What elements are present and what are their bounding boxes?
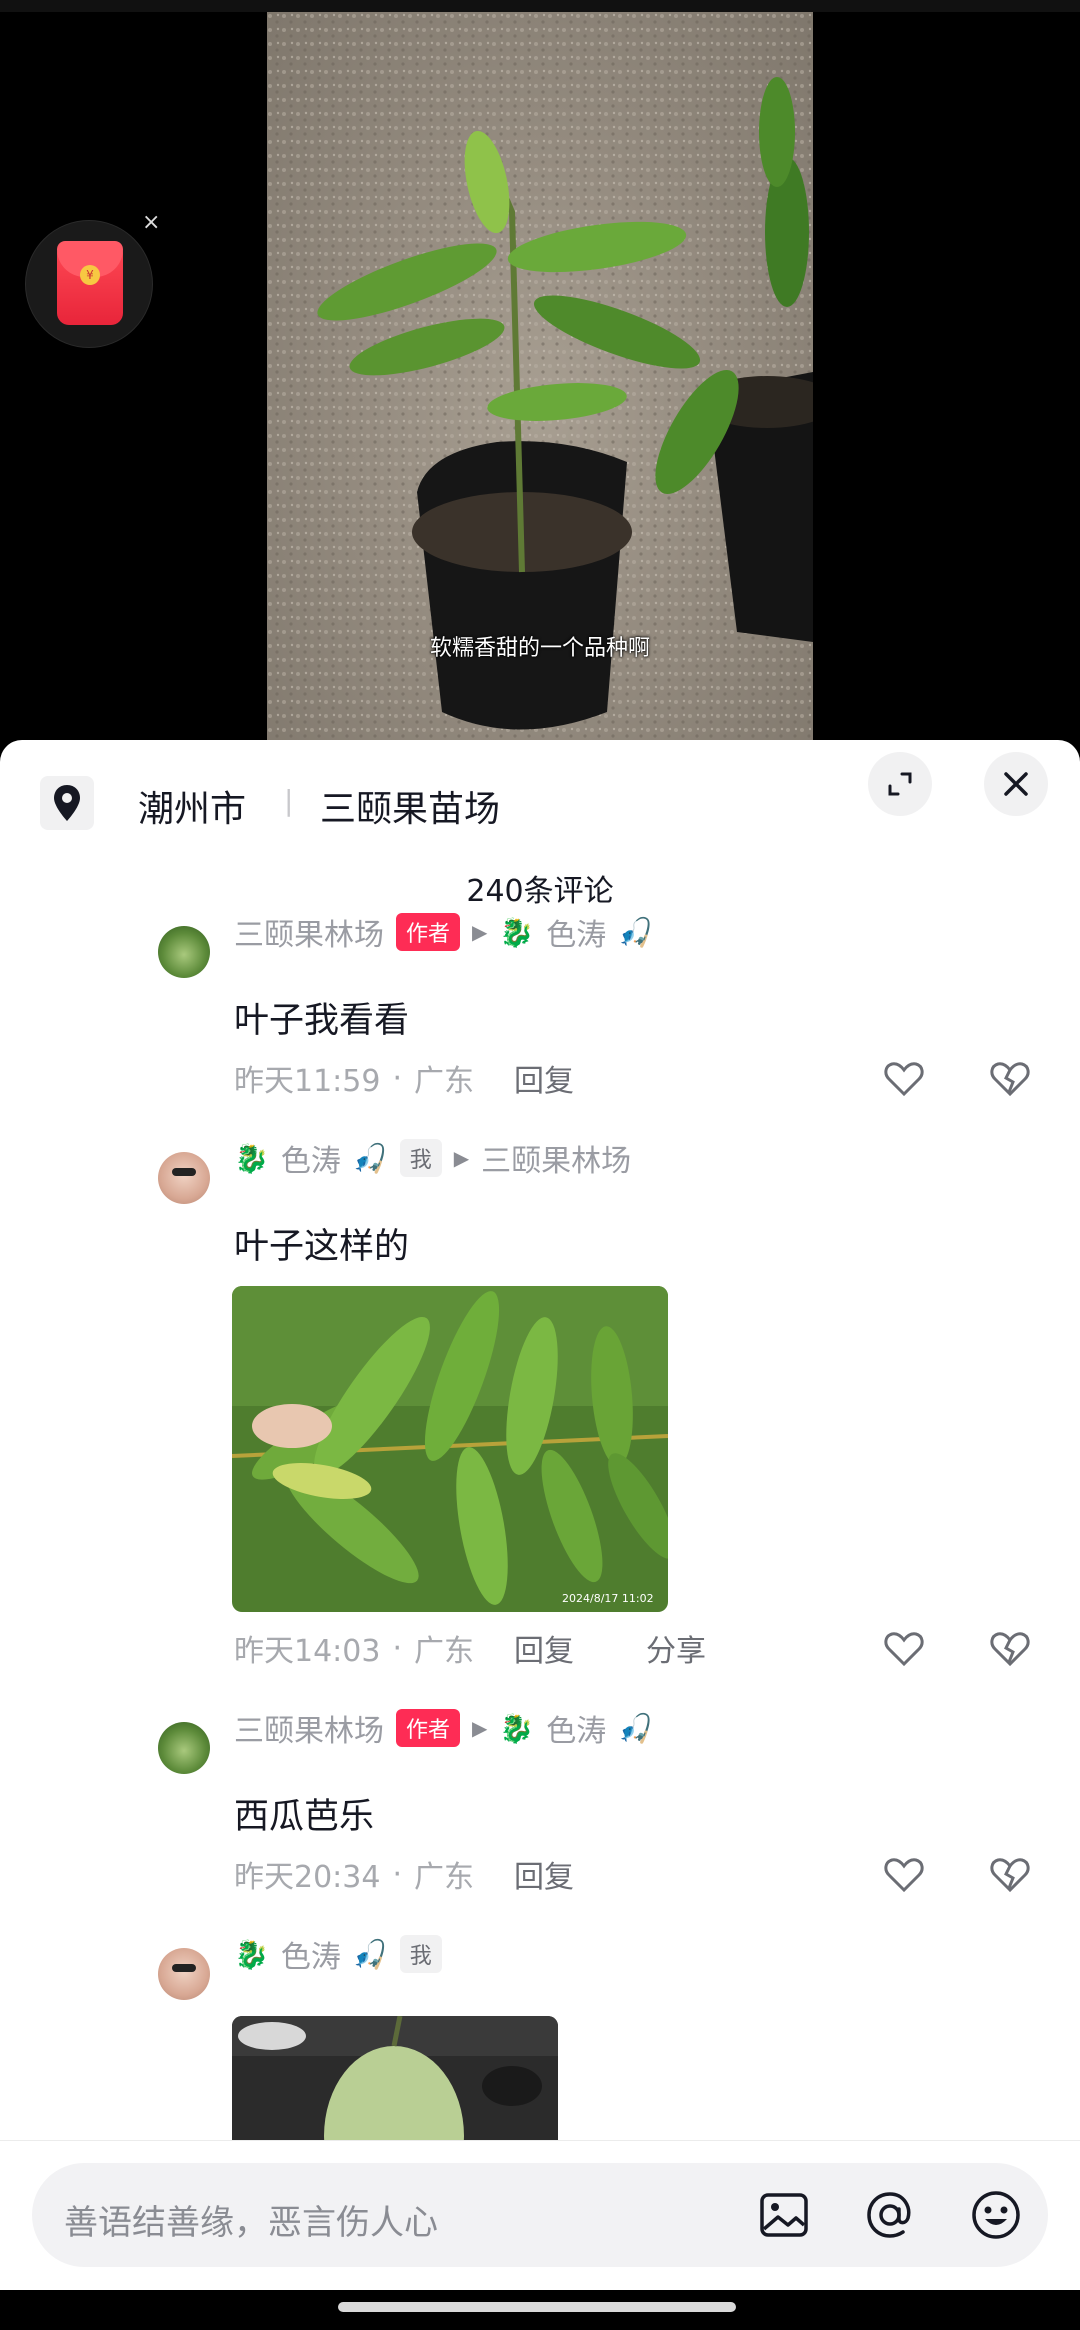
emoji-icon[interactable] bbox=[968, 2187, 1024, 2243]
comment-region: 广东 bbox=[414, 1860, 475, 1895]
comment-username[interactable]: 三颐果林场 bbox=[234, 1706, 384, 1750]
comment-info: 昨天14:03 · 广东 回复 分享 bbox=[234, 1626, 706, 1670]
close-icon bbox=[1004, 772, 1028, 796]
location-pin-icon bbox=[40, 776, 94, 830]
me-tag: 我 bbox=[399, 1935, 442, 1973]
reply-button[interactable]: 回复 bbox=[514, 1852, 574, 1896]
image-timestamp: 2024/8/17 11:02 bbox=[562, 1592, 654, 1605]
dragon-emoji-icon: 🐉 bbox=[234, 1141, 269, 1175]
comment-username[interactable]: 色涛 bbox=[281, 1136, 341, 1180]
comment-time: 昨天20:34 bbox=[234, 1860, 381, 1895]
comment-region: 广东 bbox=[414, 1634, 475, 1669]
heart-icon[interactable] bbox=[880, 1624, 928, 1672]
avatar[interactable] bbox=[158, 1948, 210, 2000]
dot-separator: · bbox=[392, 1856, 403, 1892]
dragon-emoji-icon: 🐉 bbox=[499, 1711, 535, 1745]
comment-image[interactable] bbox=[232, 2016, 558, 2156]
reply-to-username[interactable]: 色涛 bbox=[546, 910, 606, 954]
close-button[interactable] bbox=[984, 752, 1048, 816]
comment-count: 240条评论 bbox=[466, 874, 614, 909]
reply-arrow-icon: ▶ bbox=[472, 1716, 488, 1740]
system-nav-bar bbox=[0, 2290, 1080, 2330]
fruit-photo bbox=[232, 2016, 558, 2156]
reply-to-username[interactable]: 色涛 bbox=[546, 1706, 606, 1750]
avatar[interactable] bbox=[158, 1152, 210, 1204]
comment-panel: 潮州市 | 三颐果苗场 240条评论 三颐果林场 作者 ▶ 🐉 色涛 🎣 叶子我… bbox=[0, 740, 1080, 2330]
red-packet-close-button[interactable]: × bbox=[142, 210, 160, 235]
broken-heart-icon[interactable] bbox=[986, 1054, 1034, 1102]
comment-input-bar: 善语结善缘，恶言伤人心 bbox=[0, 2140, 1080, 2290]
comment-region: 广东 bbox=[414, 1064, 475, 1099]
fishing-rod-icon: 🎣 bbox=[618, 1711, 654, 1745]
dragon-emoji-icon: 🐉 bbox=[234, 1937, 269, 1971]
avatar[interactable] bbox=[158, 926, 210, 978]
dragon-emoji-icon: 🐉 bbox=[499, 915, 535, 949]
me-tag: 我 bbox=[399, 1139, 442, 1177]
author-tag: 作者 bbox=[396, 913, 461, 951]
reply-button[interactable]: 回复 bbox=[514, 1626, 574, 1670]
reply-arrow-icon: ▶ bbox=[453, 1146, 470, 1170]
image-icon[interactable] bbox=[756, 2187, 812, 2243]
comment-meta: 三颐果林场 作者 ▶ 🐉 色涛 🎣 bbox=[234, 1706, 653, 1750]
comment-image[interactable]: 2024/8/17 11:02 bbox=[232, 1286, 668, 1612]
comment-text: 叶子我看看 bbox=[234, 1001, 410, 1041]
dot-separator: · bbox=[392, 1060, 403, 1096]
red-envelope-icon: ¥ bbox=[57, 241, 123, 325]
video-player[interactable]: 软糯香甜的一个品种啊 bbox=[267, 12, 813, 740]
reply-button[interactable]: 回复 bbox=[514, 1056, 574, 1100]
fishing-rod-icon: 🎣 bbox=[352, 1937, 388, 1971]
heart-icon[interactable] bbox=[880, 1850, 928, 1898]
comment-info: 昨天20:34 · 广东 回复 bbox=[234, 1852, 574, 1896]
location-separator: | bbox=[284, 784, 294, 817]
dot-separator: · bbox=[392, 1630, 403, 1666]
comment-meta: 🐉 色涛 🎣 我 bbox=[234, 1932, 442, 1976]
comment-info: 昨天11:59 · 广东 回复 bbox=[234, 1056, 574, 1100]
expand-icon bbox=[888, 772, 912, 796]
broken-heart-icon[interactable] bbox=[986, 1850, 1034, 1898]
fishing-rod-icon: 🎣 bbox=[352, 1141, 388, 1175]
comment-text: 叶子这样的 bbox=[234, 1227, 410, 1267]
at-icon[interactable] bbox=[862, 2187, 918, 2243]
location-city: 潮州市 bbox=[138, 789, 247, 830]
home-indicator[interactable] bbox=[338, 2302, 736, 2312]
comment-input[interactable]: 善语结善缘，恶言伤人心 bbox=[32, 2163, 1048, 2267]
broken-heart-icon[interactable] bbox=[986, 1624, 1034, 1672]
expand-button[interactable] bbox=[868, 752, 932, 816]
comment-meta: 三颐果林场 作者 ▶ 🐉 色涛 🎣 bbox=[234, 910, 653, 954]
comment-input-placeholder: 善语结善缘，恶言伤人心 bbox=[64, 2203, 438, 2243]
comment-username[interactable]: 三颐果林场 bbox=[234, 910, 384, 954]
red-packet-button[interactable]: ¥ bbox=[25, 220, 153, 348]
comment-username[interactable]: 色涛 bbox=[281, 1932, 341, 1976]
location-place: 三颐果苗场 bbox=[320, 789, 501, 830]
heart-icon[interactable] bbox=[880, 1054, 928, 1102]
coin-icon: ¥ bbox=[80, 265, 100, 285]
comment-time: 昨天11:59 bbox=[234, 1064, 381, 1099]
reply-to-username[interactable]: 三颐果林场 bbox=[481, 1136, 631, 1180]
status-bar bbox=[0, 0, 1080, 12]
video-caption: 软糯香甜的一个品种啊 bbox=[429, 636, 650, 661]
leaf-photo: 2024/8/17 11:02 bbox=[232, 1286, 668, 1612]
avatar[interactable] bbox=[158, 1722, 210, 1774]
comment-text: 西瓜芭乐 bbox=[234, 1797, 375, 1837]
comment-meta: 🐉 色涛 🎣 我 ▶ 三颐果林场 bbox=[234, 1136, 631, 1180]
fishing-rod-icon: 🎣 bbox=[618, 915, 654, 949]
share-button[interactable]: 分享 bbox=[646, 1626, 706, 1670]
reply-arrow-icon: ▶ bbox=[472, 920, 488, 944]
comment-time: 昨天14:03 bbox=[234, 1634, 381, 1669]
author-tag: 作者 bbox=[396, 1709, 461, 1747]
